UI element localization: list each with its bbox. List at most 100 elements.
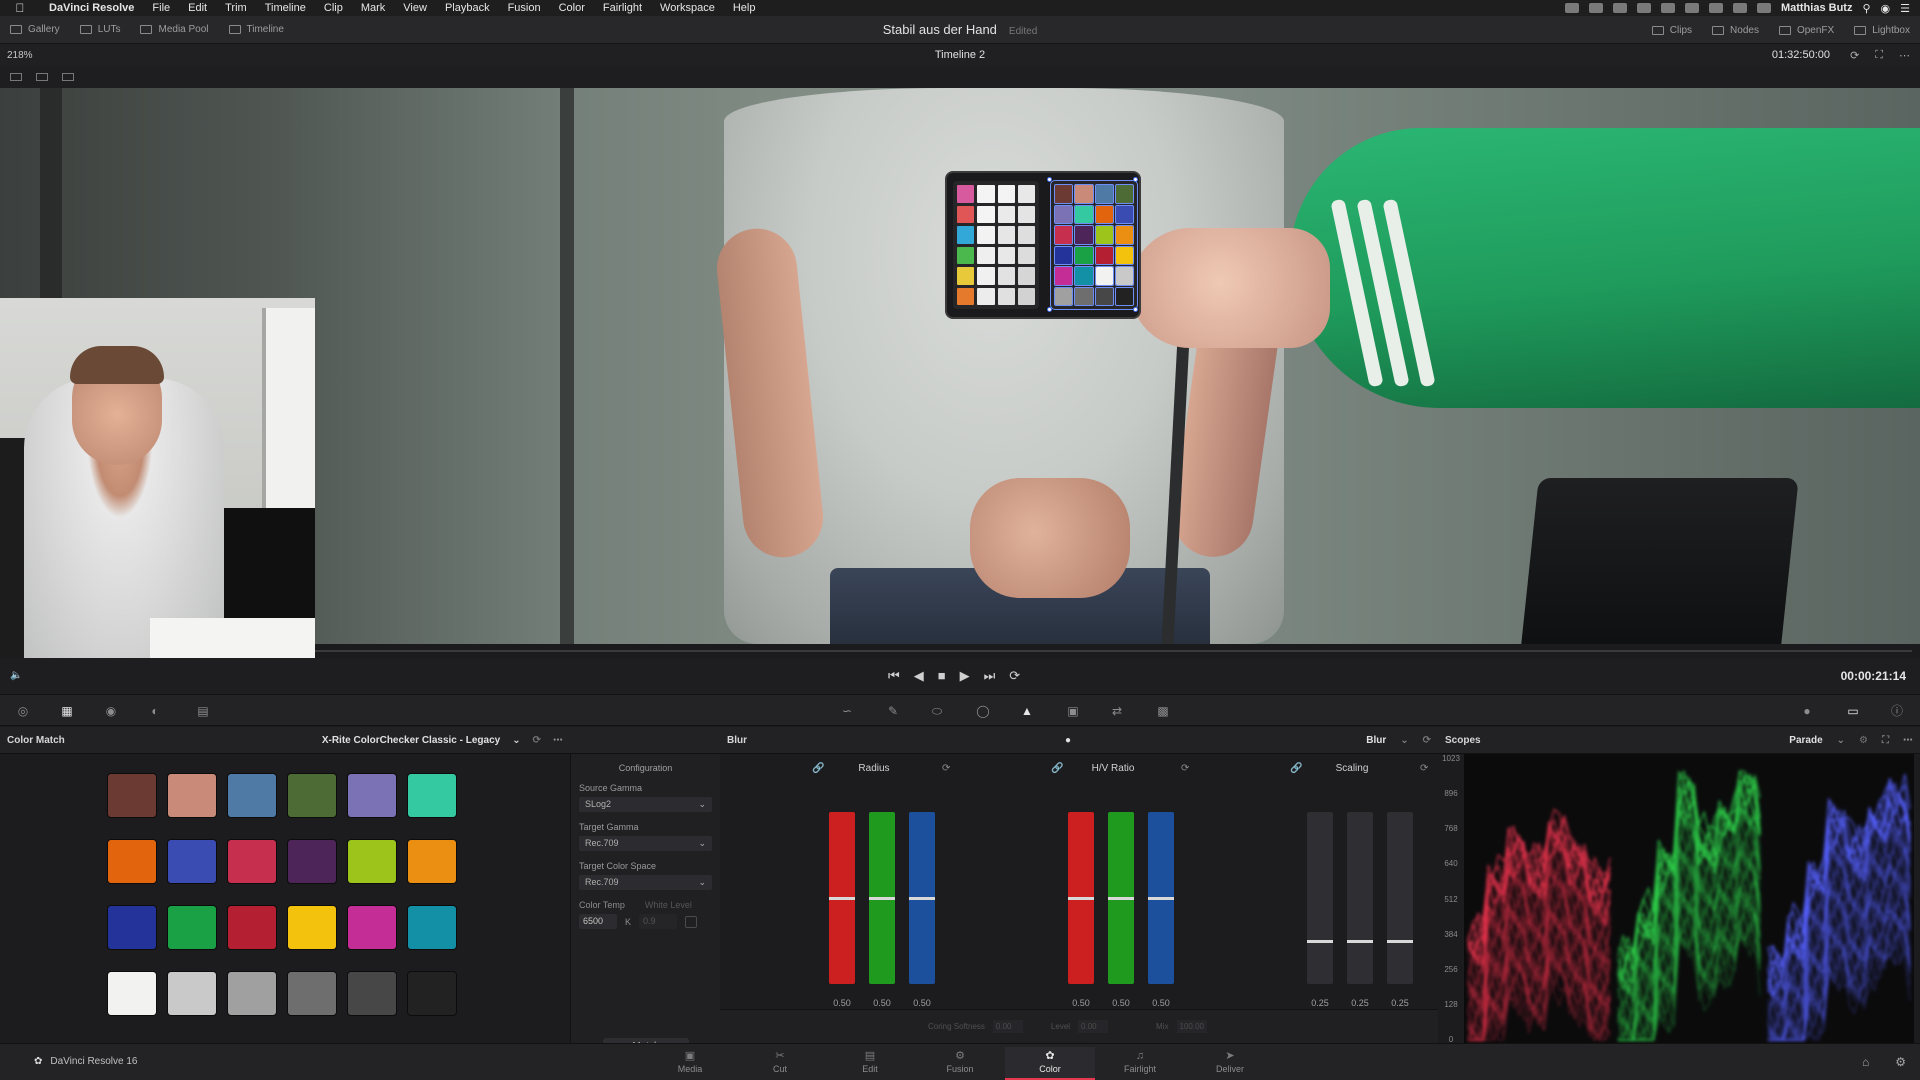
tracker-icon[interactable]: ◯: [976, 705, 990, 717]
tray-icon[interactable]: [1564, 3, 1579, 13]
menu-playback[interactable]: Playback: [436, 2, 499, 14]
color-wheels-icon[interactable]: ◉: [104, 705, 118, 717]
color-swatch[interactable]: [168, 840, 216, 883]
color-swatch[interactable]: [228, 906, 276, 949]
slider-handle[interactable]: [829, 897, 855, 900]
white-level-input[interactable]: 0.9: [639, 914, 678, 929]
color-swatch[interactable]: [348, 906, 396, 949]
hv-ratio-g-value[interactable]: 0.50: [1108, 998, 1134, 1008]
bluetooth-icon[interactable]: [1708, 3, 1723, 13]
checker-chart-overlay[interactable]: [1050, 180, 1138, 310]
fullscreen-icon[interactable]: ⛶: [1875, 49, 1883, 62]
blur-mode-dropdown[interactable]: Blur: [1366, 735, 1386, 746]
menu-edit[interactable]: Edit: [179, 2, 216, 14]
radius-b-value[interactable]: 0.50: [909, 998, 935, 1008]
color-swatch[interactable]: [348, 774, 396, 817]
reset-icon[interactable]: ⟳: [1181, 763, 1189, 774]
scaling-r-value[interactable]: 0.25: [1307, 998, 1333, 1008]
luts-button[interactable]: LUTs: [70, 16, 131, 44]
timeline-timecode[interactable]: 01:32:50:00: [1772, 49, 1830, 61]
volume-icon[interactable]: 🔈: [10, 670, 22, 681]
hv-ratio-g-slider[interactable]: [1108, 812, 1134, 984]
white-level-checkbox[interactable]: [685, 915, 698, 928]
tray-icon[interactable]: [1612, 3, 1627, 13]
curves-icon[interactable]: ∽: [840, 705, 854, 717]
menu-mark[interactable]: Mark: [352, 2, 394, 14]
more-options-icon[interactable]: ⋯: [1899, 49, 1910, 62]
scaling-g-value[interactable]: 0.25: [1347, 998, 1373, 1008]
nodes-button[interactable]: Nodes: [1702, 16, 1769, 44]
motion-effects-icon[interactable]: ▤: [196, 705, 210, 717]
hv-ratio-b-slider[interactable]: [1148, 812, 1174, 984]
timeline-button[interactable]: Timeline: [219, 16, 294, 44]
slider-handle[interactable]: [1108, 897, 1134, 900]
color-swatch[interactable]: [168, 906, 216, 949]
overlay-corner-handle[interactable]: [1133, 307, 1138, 312]
menu-fairlight[interactable]: Fairlight: [594, 2, 651, 14]
page-color-button[interactable]: ✿ Color: [1005, 1047, 1095, 1080]
source-gamma-select[interactable]: SLog2 ⌄: [579, 797, 712, 812]
color-swatch[interactable]: [408, 906, 456, 949]
play-reverse-icon[interactable]: ◀: [914, 668, 924, 684]
go-to-end-icon[interactable]: ⏭: [984, 668, 996, 684]
menu-view[interactable]: View: [394, 2, 436, 14]
color-swatch[interactable]: [288, 972, 336, 1015]
slider-handle[interactable]: [869, 897, 895, 900]
home-icon[interactable]: ⌂: [1862, 1055, 1869, 1069]
color-swatch[interactable]: [408, 840, 456, 883]
color-swatch[interactable]: [228, 840, 276, 883]
color-swatch[interactable]: [108, 774, 156, 817]
reset-icon[interactable]: ⟳: [1420, 763, 1428, 774]
slider-handle[interactable]: [909, 897, 935, 900]
page-deliver-button[interactable]: ➤ Deliver: [1185, 1047, 1275, 1080]
reset-icon[interactable]: ⟳: [942, 763, 950, 774]
color-swatch[interactable]: [288, 840, 336, 883]
radius-g-slider[interactable]: [869, 812, 895, 984]
scaling-r-slider[interactable]: [1307, 812, 1333, 984]
split-screen-icon[interactable]: [36, 73, 48, 81]
slider-handle[interactable]: [1347, 940, 1373, 943]
target-color-space-select[interactable]: Rec.709 ⌄: [579, 875, 712, 890]
radius-r-slider[interactable]: [829, 812, 855, 984]
clips-button[interactable]: Clips: [1642, 16, 1702, 44]
scopes-icon[interactable]: ▭: [1846, 705, 1860, 717]
menu-clip[interactable]: Clip: [315, 2, 352, 14]
hv-ratio-r-value[interactable]: 0.50: [1068, 998, 1094, 1008]
mix-input[interactable]: 100.00: [1176, 1020, 1207, 1033]
radius-g-value[interactable]: 0.50: [869, 998, 895, 1008]
window-icon[interactable]: ⬭: [930, 705, 944, 717]
slider-handle[interactable]: [1068, 897, 1094, 900]
chevron-down-icon[interactable]: ⌄: [512, 735, 520, 746]
play-icon[interactable]: ▶: [960, 668, 970, 684]
color-swatch[interactable]: [168, 972, 216, 1015]
tray-icon[interactable]: [1588, 3, 1603, 13]
color-swatch[interactable]: [228, 972, 276, 1015]
scaling-g-slider[interactable]: [1347, 812, 1373, 984]
color-swatch[interactable]: [288, 774, 336, 817]
chevron-down-icon[interactable]: ⌄: [1837, 735, 1845, 746]
color-swatch[interactable]: [288, 906, 336, 949]
chart-type-dropdown[interactable]: X-Rite ColorChecker Classic - Legacy: [322, 735, 500, 746]
spotlight-search-icon[interactable]: ⚲: [1862, 2, 1870, 15]
menu-help[interactable]: Help: [724, 2, 765, 14]
loop-icon[interactable]: ⟳: [1009, 668, 1020, 684]
siri-icon[interactable]: ◉: [1881, 2, 1891, 15]
slider-handle[interactable]: [1307, 940, 1333, 943]
zoom-level[interactable]: 218%: [0, 50, 33, 61]
color-swatch[interactable]: [348, 972, 396, 1015]
bypass-icon[interactable]: ⟳: [1850, 49, 1859, 62]
go-to-start-icon[interactable]: ⏮: [888, 668, 900, 684]
page-fusion-button[interactable]: ⚙ Fusion: [915, 1047, 1005, 1080]
scaling-b-slider[interactable]: [1387, 812, 1413, 984]
hv-ratio-b-value[interactable]: 0.50: [1148, 998, 1174, 1008]
color-swatch[interactable]: [108, 906, 156, 949]
color-swatch[interactable]: [168, 774, 216, 817]
slider-handle[interactable]: [1387, 940, 1413, 943]
timeline-selector[interactable]: Timeline 2: [935, 49, 985, 61]
page-cut-button[interactable]: ✂ Cut: [735, 1047, 825, 1080]
media-pool-button[interactable]: Media Pool: [130, 16, 218, 44]
menu-app-name[interactable]: DaVinci Resolve: [40, 2, 143, 14]
menu-workspace[interactable]: Workspace: [651, 2, 724, 14]
rgb-mixer-icon[interactable]: ◐: [148, 705, 162, 717]
overlay-corner-handle[interactable]: [1047, 307, 1052, 312]
